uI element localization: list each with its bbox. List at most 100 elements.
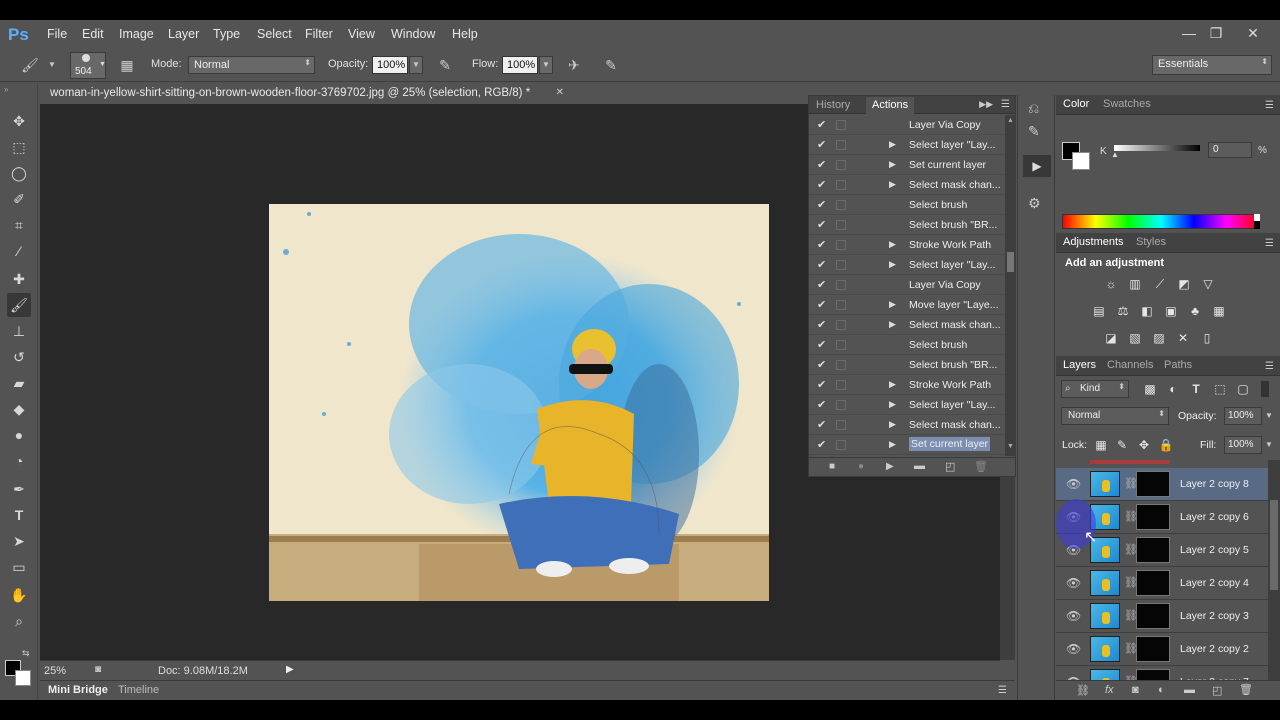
visibility-eye-icon[interactable]: 👁 bbox=[1066, 477, 1081, 491]
layer-opacity-input[interactable]: 100% bbox=[1224, 407, 1262, 425]
layer-thumbnail[interactable] bbox=[1090, 471, 1120, 497]
mode-select[interactable]: Normal ⬍ bbox=[188, 56, 315, 74]
menu-view[interactable]: View bbox=[348, 27, 375, 41]
tab-adjustments[interactable]: Adjustments bbox=[1063, 236, 1124, 248]
trash-icon[interactable]: 🗑 bbox=[974, 460, 988, 473]
panel-menu-icon[interactable]: ☰ bbox=[1265, 238, 1274, 249]
pressure-size-icon[interactable]: ✎ bbox=[601, 55, 621, 75]
visibility-eye-icon[interactable]: 👁 bbox=[1066, 576, 1081, 590]
background-color-swatch[interactable] bbox=[1072, 152, 1090, 170]
menu-filter[interactable]: Filter bbox=[305, 27, 333, 41]
layer-mask-thumbnail[interactable] bbox=[1136, 537, 1170, 563]
brush-panel-toggle-icon[interactable]: ▦ bbox=[117, 55, 137, 75]
menu-select[interactable]: Select bbox=[257, 27, 292, 41]
minimize-button[interactable]: — bbox=[1178, 23, 1200, 43]
new-action-icon[interactable]: ◰ bbox=[945, 460, 955, 473]
checkmark-icon[interactable]: ✔ bbox=[817, 338, 826, 351]
eraser-tool-icon[interactable]: ▰ bbox=[7, 371, 31, 395]
layer-row[interactable]: 👁 ⛓ Layer 2 copy 3 bbox=[1056, 600, 1268, 633]
tab-swatches[interactable]: Swatches bbox=[1103, 98, 1151, 110]
flow-input[interactable]: 100% bbox=[502, 56, 538, 74]
dialog-toggle-box[interactable] bbox=[836, 220, 846, 230]
clone-stamp-tool-icon[interactable]: ⊥ bbox=[7, 319, 31, 343]
panel-menu-icon[interactable]: ☰ bbox=[998, 685, 1007, 696]
history-brush-tool-icon[interactable]: ↺ bbox=[7, 345, 31, 369]
dialog-toggle-box[interactable] bbox=[836, 420, 846, 430]
stop-recording-icon[interactable]: ■ bbox=[829, 461, 835, 472]
selective-color-icon[interactable]: ✕ bbox=[1174, 330, 1192, 346]
tab-actions[interactable]: Actions bbox=[866, 97, 915, 114]
layer-name[interactable]: Layer 2 copy 4 bbox=[1180, 577, 1249, 589]
k-slider-track[interactable] bbox=[1114, 145, 1200, 151]
dialog-toggle-box[interactable] bbox=[836, 160, 846, 170]
crop-tool-icon[interactable]: ⌗ bbox=[7, 213, 31, 237]
action-row[interactable]: ✔ Select brush bbox=[809, 335, 1005, 355]
menu-help[interactable]: Help bbox=[452, 27, 478, 41]
tab-history[interactable]: History bbox=[816, 99, 850, 111]
posterize-icon[interactable]: ▧ bbox=[1126, 330, 1144, 346]
expand-triangle-icon[interactable]: ▶ bbox=[889, 159, 896, 170]
checkmark-icon[interactable]: ✔ bbox=[817, 118, 826, 131]
airbrush-icon[interactable]: ✈ bbox=[564, 55, 584, 75]
photo-filter-icon[interactable]: ▣ bbox=[1162, 303, 1180, 319]
filter-shape-icon[interactable]: ⬚ bbox=[1211, 381, 1229, 397]
dialog-toggle-box[interactable] bbox=[836, 300, 846, 310]
dialog-toggle-box[interactable] bbox=[836, 320, 846, 330]
close-tab-icon[interactable]: ✕ bbox=[556, 87, 564, 98]
record-icon[interactable]: ● bbox=[858, 461, 864, 472]
checkmark-icon[interactable]: ✔ bbox=[817, 438, 826, 451]
action-row[interactable]: ✔ ▶ Select mask chan... bbox=[809, 415, 1005, 435]
opacity-dropdown-icon[interactable]: ▼ bbox=[1263, 407, 1275, 425]
hue-saturation-icon[interactable]: ▤ bbox=[1090, 303, 1108, 319]
action-row[interactable]: ✔ ▶ Select layer "Lay... bbox=[809, 135, 1005, 155]
tab-timeline[interactable]: Timeline bbox=[118, 684, 159, 696]
action-row[interactable]: ✔ ▶ Move layer "Laye... bbox=[809, 295, 1005, 315]
fx-icon[interactable]: fx bbox=[1105, 684, 1114, 696]
add-mask-icon[interactable]: ◙ bbox=[1132, 684, 1139, 696]
zoom-level[interactable]: 25% bbox=[44, 665, 66, 677]
scroll-up-icon[interactable]: ▲ bbox=[1007, 117, 1014, 124]
lock-image-icon[interactable]: ✎ bbox=[1113, 437, 1131, 453]
levels-icon[interactable]: ▥ bbox=[1126, 276, 1144, 292]
checkmark-icon[interactable]: ✔ bbox=[817, 318, 826, 331]
actions-panel-icon[interactable]: ▶ bbox=[1023, 155, 1051, 177]
dialog-toggle-box[interactable] bbox=[836, 180, 846, 190]
layer-mask-thumbnail[interactable] bbox=[1136, 603, 1170, 629]
expand-triangle-icon[interactable]: ▶ bbox=[889, 439, 896, 450]
layer-mask-thumbnail[interactable] bbox=[1136, 636, 1170, 662]
layer-row[interactable]: 👁 ⛓ Layer 2 copy 2 bbox=[1056, 633, 1268, 666]
expand-triangle-icon[interactable]: ▶ bbox=[889, 379, 896, 390]
brush-preset-picker[interactable]: 504 ▼ bbox=[70, 52, 106, 79]
dodge-tool-icon[interactable]: ◔ bbox=[7, 449, 31, 473]
filter-smart-object-icon[interactable]: ▢ bbox=[1234, 381, 1252, 397]
filter-pixel-icon[interactable]: ▩ bbox=[1141, 381, 1159, 397]
brush-preset-icon[interactable]: ✎ bbox=[1028, 123, 1040, 140]
brightness-contrast-icon[interactable]: ☼ bbox=[1102, 276, 1120, 292]
checkmark-icon[interactable]: ✔ bbox=[817, 198, 826, 211]
document-tab[interactable]: woman-in-yellow-shirt-sitting-on-brown-w… bbox=[42, 84, 570, 104]
dialog-toggle-box[interactable] bbox=[836, 280, 846, 290]
layer-name[interactable]: Layer 2 copy 2 bbox=[1180, 643, 1249, 655]
dialog-toggle-box[interactable] bbox=[836, 240, 846, 250]
invert-icon[interactable]: ◪ bbox=[1102, 330, 1120, 346]
opacity-slider-dropdown[interactable]: ▼ bbox=[409, 56, 423, 74]
expand-triangle-icon[interactable]: ▶ bbox=[889, 139, 896, 150]
status-menu-arrow-icon[interactable]: ▶ bbox=[286, 664, 294, 675]
expand-triangle-icon[interactable]: ▶ bbox=[889, 259, 896, 270]
collapse-panel-icon[interactable]: ▶▶ bbox=[979, 99, 993, 110]
action-row[interactable]: ✔ ▶ Select mask chan... bbox=[809, 315, 1005, 335]
marquee-tool-icon[interactable]: ⬚ bbox=[7, 135, 31, 159]
layers-scrollbar[interactable] bbox=[1268, 460, 1280, 696]
hand-tool-icon[interactable]: ✋ bbox=[7, 583, 31, 607]
dialog-toggle-box[interactable] bbox=[836, 200, 846, 210]
link-layers-icon[interactable]: ⛓ bbox=[1076, 684, 1090, 697]
layer-name[interactable]: Layer 2 copy 6 bbox=[1180, 511, 1249, 523]
rectangle-tool-icon[interactable]: ▭ bbox=[7, 555, 31, 579]
brush-tool-icon[interactable]: 🖌 bbox=[20, 55, 40, 75]
dialog-toggle-box[interactable] bbox=[836, 340, 846, 350]
checkmark-icon[interactable]: ✔ bbox=[817, 378, 826, 391]
channel-mixer-icon[interactable]: ♣ bbox=[1186, 303, 1204, 319]
healing-brush-tool-icon[interactable]: ✚ bbox=[7, 267, 31, 291]
new-adjustment-icon[interactable]: ◐ bbox=[1158, 684, 1165, 696]
expand-triangle-icon[interactable]: ▶ bbox=[889, 179, 896, 190]
